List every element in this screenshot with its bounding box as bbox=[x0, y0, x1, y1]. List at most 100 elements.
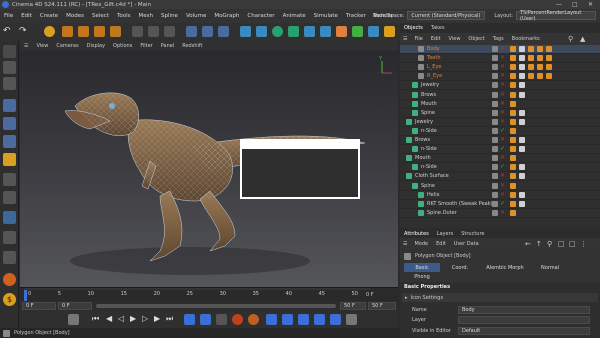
object-row[interactable]: Cloth Surface ✕ bbox=[400, 172, 600, 182]
new-panel-icon[interactable]: □ bbox=[569, 240, 576, 248]
material-tag-icon[interactable] bbox=[510, 182, 516, 189]
scale-icon[interactable] bbox=[94, 26, 105, 37]
frame-range-slider[interactable] bbox=[96, 304, 336, 308]
object-row[interactable]: Brows ✕ bbox=[400, 91, 600, 100]
icon-settings-group[interactable]: ▸ Icon Settings bbox=[402, 293, 598, 302]
material-tag-icon[interactable] bbox=[519, 200, 525, 207]
visibility-toggle-icon[interactable] bbox=[492, 209, 498, 216]
axis-x-icon[interactable] bbox=[132, 26, 143, 37]
visibility-toggle-icon[interactable] bbox=[492, 191, 498, 198]
material-tag-icon[interactable] bbox=[546, 64, 552, 71]
visibility-toggle-icon[interactable] bbox=[492, 91, 498, 98]
visibility-toggle-icon[interactable] bbox=[492, 55, 498, 62]
object-row[interactable]: Jewelry ✕ bbox=[400, 81, 600, 91]
object-row[interactable]: Mouth ✕ bbox=[400, 100, 600, 109]
scale-key-icon[interactable] bbox=[282, 314, 293, 325]
object-row[interactable]: Body ✕ bbox=[400, 45, 600, 55]
go-to-start-icon[interactable]: ⏮ bbox=[92, 314, 99, 324]
menu-animate[interactable]: Animate bbox=[279, 13, 310, 19]
tab-objects[interactable]: Objects bbox=[400, 25, 427, 31]
nodespace-dropdown[interactable]: Current (Standard/Physical) bbox=[407, 11, 486, 20]
model-mode-icon[interactable] bbox=[3, 45, 16, 58]
material-tag-icon[interactable] bbox=[519, 73, 525, 80]
polygons-mode-icon[interactable] bbox=[3, 135, 16, 148]
workplane-icon[interactable] bbox=[3, 77, 16, 90]
axis-z-icon[interactable] bbox=[164, 26, 175, 37]
transform-icon[interactable] bbox=[110, 26, 121, 37]
tweak-icon[interactable] bbox=[3, 191, 16, 204]
disabled-x-icon[interactable]: ✕ bbox=[500, 72, 505, 79]
material-tag-icon[interactable] bbox=[510, 137, 516, 143]
material-tag-icon[interactable] bbox=[519, 55, 525, 62]
timeline-menu-icon[interactable] bbox=[346, 314, 357, 325]
layout-dropdown[interactable]: TSIPercentRenderLayout (User) bbox=[516, 10, 596, 22]
menu-tracker[interactable]: Tracker bbox=[342, 13, 370, 19]
disabled-x-icon[interactable]: ✕ bbox=[500, 63, 505, 70]
edges-mode-icon[interactable] bbox=[3, 117, 16, 130]
close-button[interactable]: ✕ bbox=[588, 1, 593, 8]
camera-icon[interactable] bbox=[368, 26, 379, 37]
objects-options-icon[interactable]: ☰ bbox=[400, 36, 410, 42]
play-icon[interactable]: ▶ bbox=[130, 314, 136, 323]
material-tag-icon[interactable] bbox=[519, 64, 525, 71]
tab-layers[interactable]: Layers bbox=[433, 231, 458, 237]
visibility-toggle-icon[interactable] bbox=[492, 164, 498, 171]
preview-end-field[interactable]: 50 F bbox=[340, 302, 366, 310]
material-tag-icon[interactable] bbox=[537, 64, 543, 71]
previous-key-icon[interactable]: ◀ bbox=[106, 314, 112, 323]
objects-menu-object[interactable]: Object bbox=[464, 36, 488, 42]
material-tag-icon[interactable] bbox=[519, 109, 525, 116]
material-tag-icon[interactable] bbox=[519, 46, 525, 52]
object-row[interactable]: Helix ✕ bbox=[400, 191, 600, 200]
paint-icon[interactable] bbox=[3, 273, 16, 286]
visibility-toggle-icon[interactable] bbox=[492, 173, 498, 180]
disabled-x-icon[interactable]: ✕ bbox=[500, 45, 505, 52]
object-row[interactable]: Spine ✕ bbox=[400, 109, 600, 118]
visibility-toggle-icon[interactable] bbox=[492, 100, 498, 107]
3d-viewport[interactable]: Y bbox=[20, 51, 398, 287]
object-row[interactable]: Spine.Outer ✕ bbox=[400, 209, 600, 218]
object-row[interactable]: n-Side ✓ bbox=[400, 127, 600, 136]
filter-icon[interactable]: ▲ bbox=[580, 35, 585, 43]
visibility-toggle-icon[interactable] bbox=[492, 73, 498, 80]
objects-menu-bookmarks[interactable]: Bookmarks bbox=[508, 36, 544, 42]
cube-icon[interactable] bbox=[240, 26, 251, 37]
material-tag-icon[interactable] bbox=[546, 73, 552, 80]
visibility-toggle-icon[interactable] bbox=[492, 155, 498, 162]
move-icon[interactable] bbox=[62, 26, 73, 37]
light-icon[interactable] bbox=[384, 26, 395, 37]
objects-menu-file[interactable]: File bbox=[410, 36, 426, 42]
name-field[interactable]: Body bbox=[458, 306, 590, 314]
menu-edit[interactable]: Edit bbox=[17, 13, 36, 19]
menu-modes[interactable]: Modes bbox=[62, 13, 88, 19]
visibility-toggle-icon[interactable] bbox=[492, 137, 498, 143]
parameter-key-icon[interactable] bbox=[314, 314, 325, 325]
menu-spline[interactable]: Spline bbox=[157, 13, 182, 19]
material-tag-icon[interactable] bbox=[528, 55, 534, 62]
start-frame-field[interactable]: 0 F bbox=[22, 302, 56, 310]
visibility-toggle-icon[interactable] bbox=[492, 146, 498, 153]
visibility-toggle-icon[interactable] bbox=[492, 46, 498, 52]
previous-frame-icon[interactable]: ◁ bbox=[118, 314, 124, 323]
grid-icon[interactable] bbox=[3, 231, 16, 244]
search-attributes-icon[interactable]: ⚲ bbox=[547, 240, 552, 248]
attributes-options-icon[interactable]: ☰ bbox=[400, 241, 410, 247]
subtab-alembic-morph[interactable]: Alembic Morph bbox=[480, 263, 530, 272]
record-settings-icon[interactable] bbox=[68, 314, 79, 325]
back-arrow-icon[interactable]: ← bbox=[525, 240, 531, 248]
next-key-icon[interactable]: ▶ bbox=[154, 314, 160, 323]
attributes-menu-edit[interactable]: Edit bbox=[432, 241, 450, 247]
visibility-toggle-icon[interactable] bbox=[492, 109, 498, 116]
enabled-check-icon[interactable]: ✓ bbox=[500, 145, 505, 152]
end-frame-field[interactable]: 50 F bbox=[368, 302, 396, 310]
viewport-menu-panel[interactable]: Panel bbox=[157, 43, 179, 49]
minimize-button[interactable]: — bbox=[556, 1, 562, 8]
material-tag-icon[interactable] bbox=[519, 137, 525, 143]
visible-in-editor-dropdown[interactable]: Default bbox=[458, 327, 590, 335]
render-view-icon[interactable] bbox=[186, 26, 197, 37]
subdivision-icon[interactable] bbox=[272, 26, 283, 37]
disabled-x-icon[interactable]: ✕ bbox=[500, 54, 505, 61]
loop-icon[interactable] bbox=[184, 314, 195, 325]
disabled-x-icon[interactable]: ✕ bbox=[500, 100, 505, 107]
menu-mograph[interactable]: MoGraph bbox=[210, 13, 243, 19]
